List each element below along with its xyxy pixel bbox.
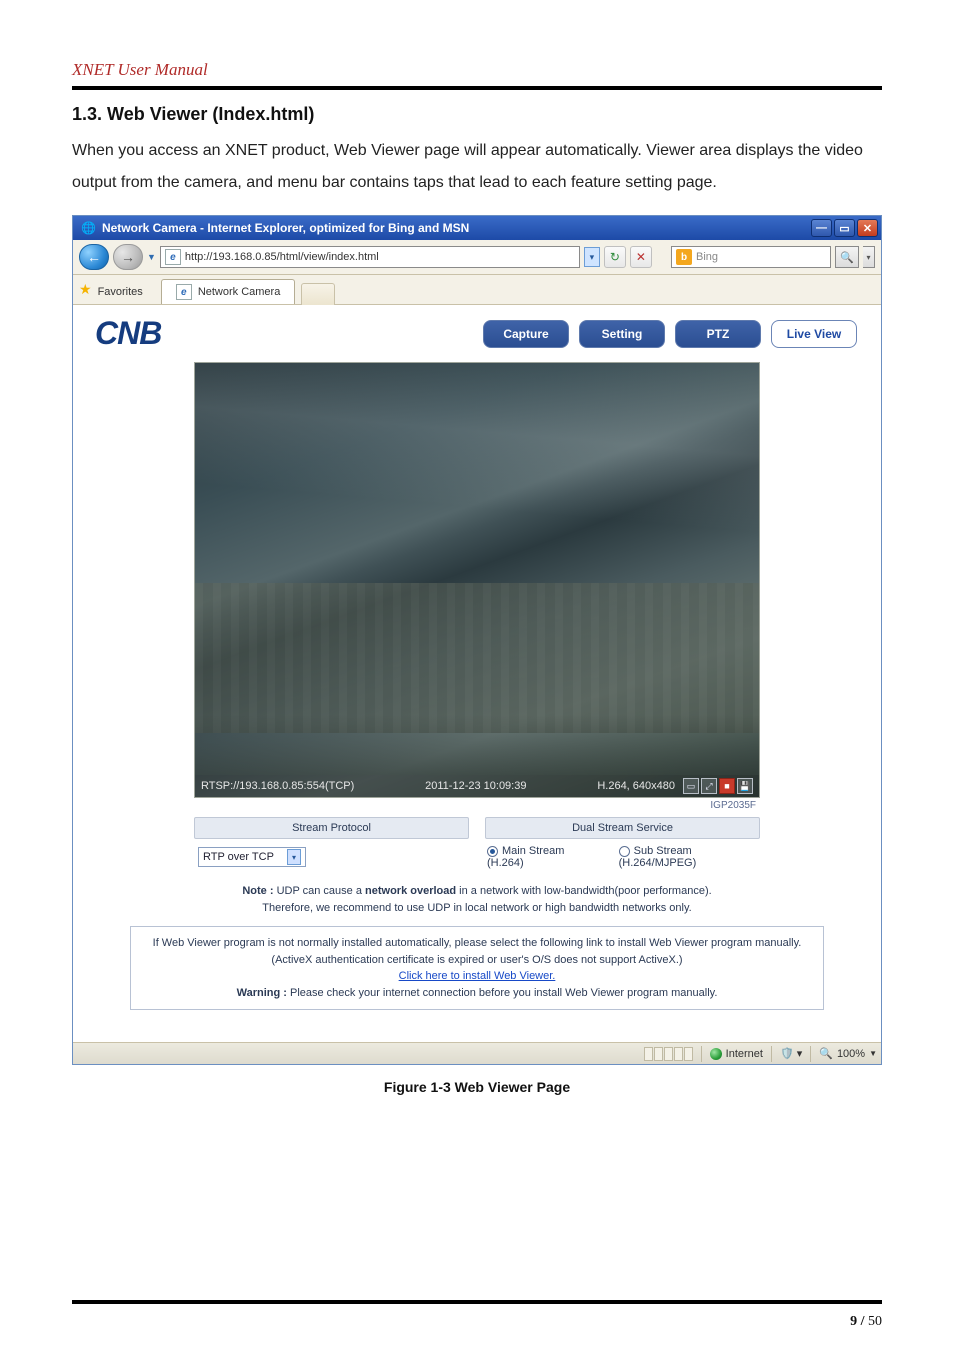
radio-off-icon bbox=[619, 846, 630, 857]
setting-button[interactable]: Setting bbox=[579, 320, 665, 348]
stream-protocol-header: Stream Protocol bbox=[194, 817, 469, 839]
radio-on-icon bbox=[487, 846, 498, 857]
model-label: IGP2035F bbox=[194, 800, 760, 811]
recent-pages-dropdown-icon[interactable]: ▼ bbox=[147, 252, 156, 262]
install-link[interactable]: Click here to install Web Viewer. bbox=[399, 970, 556, 982]
note-line2: Therefore, we recommend to use UDP in lo… bbox=[262, 902, 691, 914]
live-view-button[interactable]: Live View bbox=[771, 320, 857, 348]
nav-toolbar: ← → ▼ e http://193.168.0.85/html/view/in… bbox=[73, 240, 881, 275]
zone-label: Internet bbox=[726, 1048, 763, 1060]
document-header-title: XNET User Manual bbox=[72, 60, 882, 80]
osd-stream-url: RTSP://193.168.0.85:554(TCP) bbox=[201, 780, 354, 792]
security-zone[interactable]: Internet bbox=[710, 1048, 763, 1060]
install-panel: If Web Viewer program is not normally in… bbox=[130, 926, 824, 1010]
capture-button[interactable]: Capture bbox=[483, 320, 569, 348]
main-stream-label: Main Stream (H.264) bbox=[487, 845, 564, 869]
tab-row: ★ Favorites e Network Camera bbox=[73, 275, 881, 305]
sub-stream-label: Sub Stream (H.264/MJPEG) bbox=[619, 845, 697, 869]
stream-protocol-value: RTP over TCP bbox=[203, 851, 274, 863]
close-button[interactable]: ✕ bbox=[857, 219, 878, 237]
note-prefix: Note : bbox=[242, 885, 276, 897]
title-bar: 🌐 Network Camera - Internet Explorer, op… bbox=[73, 216, 881, 240]
osd-bar: RTSP://193.168.0.85:554(TCP) 2011-12-23 … bbox=[195, 775, 759, 797]
forward-button[interactable]: → bbox=[113, 244, 143, 270]
osd-codec: H.264, 640x480 bbox=[597, 780, 675, 792]
note-line1a: UDP can cause a bbox=[277, 885, 365, 897]
favorites-star-icon[interactable]: ★ bbox=[79, 281, 92, 298]
zoom-icon: 🔍 bbox=[819, 1047, 833, 1060]
install-line2: (ActiveX authentication certificate is e… bbox=[271, 954, 682, 966]
back-button[interactable]: ← bbox=[79, 244, 109, 270]
search-go-button[interactable]: 🔍 bbox=[835, 246, 859, 268]
stop-button[interactable]: ✕ bbox=[630, 246, 652, 268]
status-bar: Internet 🛡️ ▾ 🔍 100% ▼ bbox=[73, 1042, 881, 1064]
search-provider-label: Bing bbox=[696, 251, 718, 263]
figure-caption: Figure 1-3 Web Viewer Page bbox=[72, 1079, 882, 1095]
search-box[interactable]: b Bing bbox=[671, 246, 831, 268]
ptz-button[interactable]: PTZ bbox=[675, 320, 761, 348]
page-number-current: 9 / bbox=[850, 1314, 864, 1329]
page-content: CNB Capture Setting PTZ Live View RTSP:/… bbox=[73, 305, 881, 1042]
window-title: Network Camera - Internet Explorer, opti… bbox=[102, 221, 811, 235]
page-favicon-icon: e bbox=[165, 249, 181, 265]
new-tab-button[interactable] bbox=[301, 283, 335, 305]
dual-stream-header: Dual Stream Service bbox=[485, 817, 760, 839]
zoom-value: 100% bbox=[837, 1048, 865, 1060]
browser-window: 🌐 Network Camera - Internet Explorer, op… bbox=[72, 215, 882, 1065]
globe-icon bbox=[710, 1048, 722, 1060]
address-bar[interactable]: e http://193.168.0.85/html/view/index.ht… bbox=[160, 246, 580, 268]
video-viewer: RTSP://193.168.0.85:554(TCP) 2011-12-23 … bbox=[194, 362, 760, 798]
section-heading: 1.3. Web Viewer (Index.html) bbox=[72, 104, 882, 125]
tab-favicon-icon: e bbox=[176, 284, 192, 300]
footer-rule-wrap bbox=[72, 1300, 882, 1304]
main-stream-radio[interactable]: Main Stream (H.264) bbox=[487, 845, 595, 869]
select-dropdown-icon: ▾ bbox=[287, 849, 301, 865]
header-rule bbox=[72, 86, 882, 90]
cnb-logo: CNB bbox=[95, 315, 161, 352]
search-options-dropdown[interactable]: ▾ bbox=[863, 246, 875, 268]
intro-paragraph: When you access an XNET product, Web Vie… bbox=[72, 135, 882, 199]
osd-record-icon[interactable]: ■ bbox=[719, 778, 735, 794]
maximize-button[interactable]: ▭ bbox=[834, 219, 855, 237]
active-tab-label: Network Camera bbox=[198, 286, 281, 298]
stream-protocol-select[interactable]: RTP over TCP ▾ bbox=[198, 847, 306, 867]
protected-mode-icon[interactable]: 🛡️ ▾ bbox=[780, 1047, 802, 1060]
status-separator-boxes bbox=[644, 1047, 693, 1061]
note-line1b: network overload bbox=[365, 885, 456, 897]
zoom-control[interactable]: 🔍 100% ▼ bbox=[819, 1047, 877, 1060]
note-block: Note : UDP can cause a network overload … bbox=[157, 883, 797, 916]
note-line1c: in a network with low-bandwidth(poor per… bbox=[456, 885, 712, 897]
page-number-total: 50 bbox=[865, 1314, 883, 1329]
minimize-button[interactable]: — bbox=[811, 219, 832, 237]
favorites-label: Favorites bbox=[98, 286, 143, 298]
refresh-button[interactable]: ↻ bbox=[604, 246, 626, 268]
ie-logo-icon: 🌐 bbox=[81, 221, 96, 235]
page-number: 9 / 50 bbox=[850, 1314, 882, 1330]
footer-rule bbox=[72, 1300, 882, 1304]
osd-fullscreen-icon[interactable]: ⤢ bbox=[701, 778, 717, 794]
install-line1: If Web Viewer program is not normally in… bbox=[153, 937, 802, 949]
install-warning-prefix: Warning : bbox=[237, 987, 290, 999]
active-tab[interactable]: e Network Camera bbox=[161, 279, 296, 304]
osd-tool-icon-1[interactable]: ▭ bbox=[683, 778, 699, 794]
osd-save-icon[interactable]: 💾 bbox=[737, 778, 753, 794]
address-history-dropdown[interactable]: ▾ bbox=[584, 247, 600, 267]
install-warning-text: Please check your internet connection be… bbox=[290, 987, 717, 999]
url-text: http://193.168.0.85/html/view/index.html bbox=[185, 251, 379, 263]
bing-logo-icon: b bbox=[676, 249, 692, 265]
sub-stream-radio[interactable]: Sub Stream (H.264/MJPEG) bbox=[619, 845, 760, 869]
osd-timestamp: 2011-12-23 10:09:39 bbox=[425, 780, 526, 792]
